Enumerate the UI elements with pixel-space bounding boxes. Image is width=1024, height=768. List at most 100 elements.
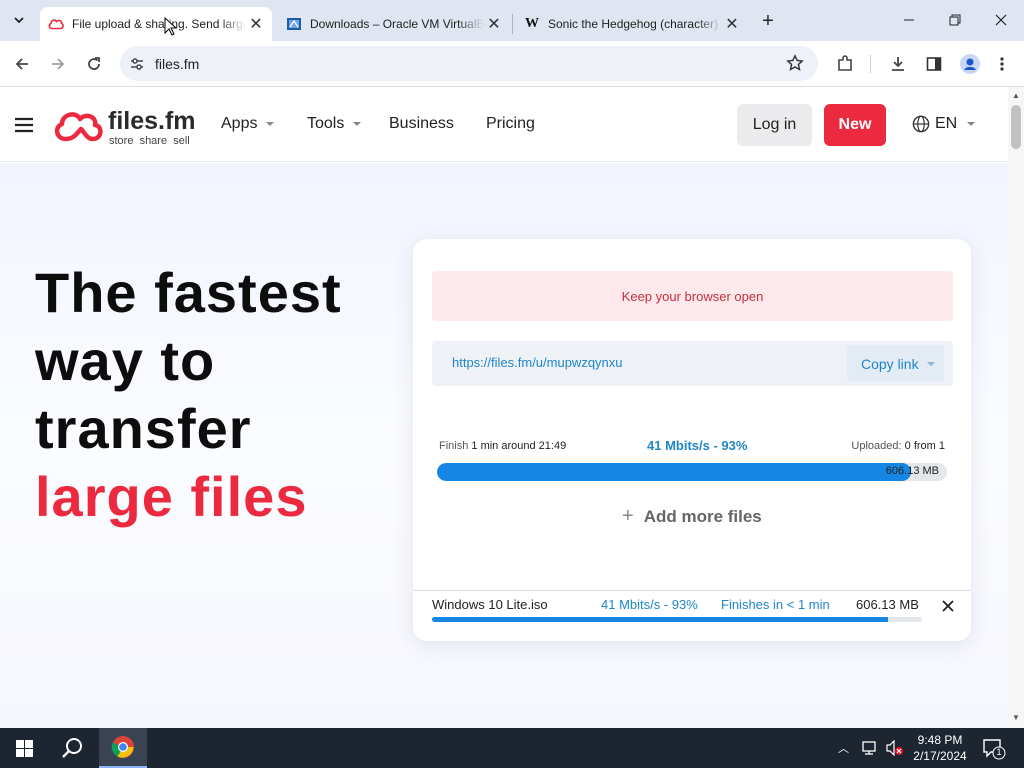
share-link[interactable]: https://files.fm/u/mupwzqynxu (452, 355, 623, 370)
avatar-icon (960, 54, 980, 74)
new-tab-button[interactable]: + (756, 9, 780, 33)
uploaded-count: Uploaded: 0 from 1 (851, 440, 945, 452)
page-scrollbar[interactable]: ▲ ▼ (1008, 87, 1024, 728)
restore-button[interactable] (932, 0, 978, 40)
volume-muted-icon[interactable] (886, 739, 904, 761)
clock-date: 2/17/2024 (913, 749, 967, 763)
tab-wikipedia[interactable]: W Sonic the Hedgehog (character) ✕ (516, 7, 748, 41)
new-button[interactable]: New (824, 104, 886, 146)
search-icon (62, 738, 82, 758)
cancel-upload-icon[interactable] (942, 599, 954, 617)
plus-icon: + (622, 505, 634, 527)
forward-button[interactable] (43, 49, 73, 79)
network-icon[interactable] (862, 740, 880, 761)
file-speed: 41 Mbits/s - 93% (601, 597, 698, 612)
downloads-button[interactable] (883, 49, 913, 79)
close-tab-icon[interactable]: ✕ (722, 14, 742, 34)
taskbar-chrome[interactable] (99, 728, 147, 768)
tab-strip: File upload & sharing. Send large files … (0, 0, 1024, 41)
scroll-down-icon[interactable]: ▼ (1012, 713, 1020, 722)
reload-button[interactable] (79, 49, 109, 79)
restore-icon (949, 14, 961, 26)
virtualbox-icon (286, 16, 302, 32)
download-icon (892, 57, 904, 71)
copy-link-button[interactable]: Copy link (847, 345, 944, 382)
finish-value: 1 min around 21:49 (471, 440, 567, 452)
scrollbar-thumb[interactable] (1011, 105, 1021, 149)
file-progress-track (432, 617, 922, 622)
plus-icon: + (762, 9, 774, 32)
site-header: files.fm store share sell Apps Tools Bus… (0, 87, 1008, 162)
web-page: files.fm store share sell Apps Tools Bus… (0, 87, 1008, 728)
keep-browser-open-notice: Keep your browser open (432, 271, 953, 321)
puzzle-icon (838, 55, 852, 71)
tab-search-button[interactable] (6, 8, 32, 32)
tab-title: Downloads – Oracle VM VirtualBox (310, 17, 484, 31)
hero-heading-highlight: large files (35, 465, 308, 528)
hamburger-menu-icon[interactable] (14, 117, 34, 133)
upload-progress-fill (437, 463, 912, 481)
start-button[interactable] (0, 728, 48, 768)
notification-icon (983, 739, 1006, 760)
nav-pricing[interactable]: Pricing (486, 115, 535, 133)
site-logo[interactable]: files.fm store share sell (52, 107, 202, 147)
upload-progress-track: 606.13 MB (437, 463, 947, 481)
nav-tools[interactable]: Tools (307, 115, 362, 133)
file-eta: Finishes in < 1 min (721, 597, 830, 612)
language-label: EN (935, 115, 958, 132)
close-window-button[interactable] (978, 0, 1024, 40)
logo-tagline: store share sell (109, 135, 190, 147)
address-bar[interactable]: files.fm (120, 46, 818, 81)
clock[interactable]: 9:48 PM 2/17/2024 (905, 732, 975, 764)
add-more-files-button[interactable]: + Add more files (622, 505, 762, 528)
caret-down-icon (967, 122, 976, 126)
nav-business-label: Business (389, 115, 454, 132)
finish-estimate: Finish 1 min around 21:49 (439, 440, 566, 452)
tab-files-fm[interactable]: File upload & sharing. Send large files … (40, 7, 272, 41)
close-tab-icon[interactable]: ✕ (246, 14, 266, 34)
scroll-up-icon[interactable]: ▲ (1012, 91, 1020, 100)
nav-apps[interactable]: Apps (221, 115, 275, 133)
minimize-button[interactable] (886, 0, 932, 40)
tab-title: Sonic the Hedgehog (character) (548, 17, 719, 31)
browser-toolbar: files.fm (0, 41, 1024, 87)
caret-down-icon (353, 122, 362, 126)
finish-label: Finish (439, 440, 469, 452)
uploaded-value: 0 from 1 (904, 440, 945, 452)
share-link-box: https://files.fm/u/mupwzqynxu Copy link (432, 341, 953, 386)
file-size: 606.13 MB (856, 597, 919, 612)
show-hidden-icons-icon[interactable]: ︿ (838, 740, 849, 756)
upload-card: Keep your browser open https://files.fm/… (413, 239, 971, 641)
chevron-down-icon (14, 17, 24, 24)
file-progress-fill (432, 617, 888, 622)
kebab-menu-icon (1000, 57, 1004, 71)
login-button[interactable]: Log in (737, 104, 812, 146)
filesfm-logo-icon (48, 16, 64, 32)
bookmark-star-icon[interactable] (786, 54, 804, 77)
extensions-button[interactable] (830, 49, 860, 79)
wikipedia-icon: W (525, 16, 539, 31)
file-name: Windows 10 Lite.iso (432, 597, 548, 612)
profile-button[interactable] (955, 49, 985, 79)
arrow-right-icon (52, 58, 65, 70)
arrow-left-icon (15, 58, 28, 70)
clock-time: 9:48 PM (917, 733, 963, 747)
mouse-cursor-icon (164, 17, 178, 36)
logo-name: files.fm (108, 107, 196, 135)
close-icon (995, 14, 1007, 26)
close-tab-icon[interactable]: ✕ (484, 14, 504, 34)
language-selector[interactable]: EN (912, 115, 976, 133)
tab-virtualbox[interactable]: Downloads – Oracle VM VirtualBox ✕ (278, 7, 510, 41)
notifications-button[interactable]: 1 (982, 738, 1006, 765)
site-info-icon[interactable] (127, 54, 147, 74)
side-panel-button[interactable] (919, 49, 949, 79)
nav-apps-label: Apps (221, 115, 258, 132)
notification-count: 1 (996, 747, 1002, 757)
nav-pricing-label: Pricing (486, 115, 535, 132)
browser-menu-button[interactable] (987, 49, 1017, 79)
nav-business[interactable]: Business (389, 115, 454, 133)
back-button[interactable] (7, 49, 37, 79)
search-button[interactable] (48, 728, 96, 768)
windows-logo-icon (15, 739, 33, 757)
upload-size: 606.13 MB (885, 465, 939, 477)
